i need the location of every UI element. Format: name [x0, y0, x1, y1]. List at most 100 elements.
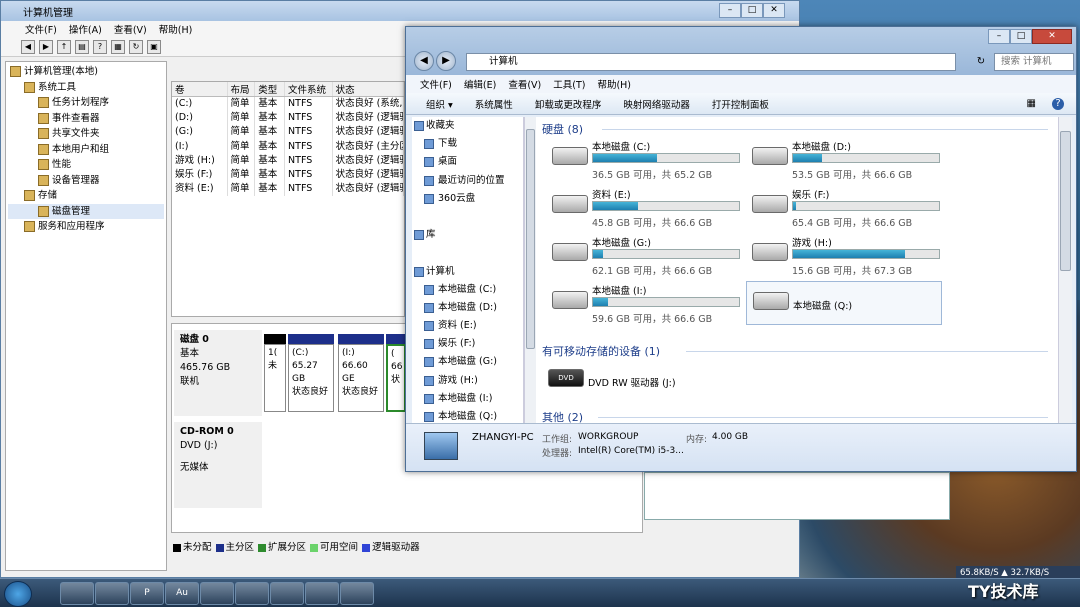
drive-tile[interactable]: 游戏 (H:) 15.6 GB 可用，共 67.3 GB [746, 233, 942, 277]
partition-block[interactable]: 1(未 [264, 344, 286, 412]
mgmt-menu-item[interactable]: 文件(F) [25, 22, 57, 36]
explorer-menu-item[interactable]: 文件(F) [420, 77, 452, 91]
view-options-icon[interactable]: ▦ [1027, 98, 1036, 109]
explorer-menu-item[interactable]: 查看(V) [508, 77, 541, 91]
table-row[interactable]: (D:) 简单 基本 NTFS 状态良好 (逻辑驱 [172, 111, 404, 126]
properties-icon[interactable]: ▦ [111, 39, 125, 54]
tree-item[interactable]: 计算机管理(本地) [8, 64, 164, 80]
cdrom-label[interactable]: CD-ROM 0 DVD (J:) 无媒体 [174, 422, 262, 508]
table-row[interactable]: 娱乐 (F:) 简单 基本 NTFS 状态良好 (逻辑驱 [172, 167, 404, 183]
nav-item[interactable]: 库 [412, 226, 523, 244]
drive-tile[interactable]: 本地磁盘 (Q:) [746, 281, 942, 325]
minimize-icon[interactable]: – [988, 29, 1010, 44]
address-bar[interactable]: 计算机 [466, 53, 956, 71]
column-header[interactable]: 类型 [255, 82, 286, 96]
column-header[interactable]: 卷 [172, 82, 228, 96]
taskbar-app-button[interactable] [60, 582, 94, 605]
command-button[interactable]: 映射网络驱动器 [623, 97, 690, 111]
partition-block[interactable]: (66 状 [386, 344, 406, 412]
drive-tile[interactable]: 本地磁盘 (C:) 36.5 GB 可用，共 65.2 GB [546, 137, 742, 181]
back-button[interactable]: ◀ [414, 51, 434, 71]
table-row[interactable]: 游戏 (H:) 简单 基本 NTFS 状态良好 (逻辑驱 [172, 153, 404, 168]
tree-item[interactable]: 共享文件夹 [8, 126, 164, 142]
taskbar-app-button[interactable]: Au [165, 582, 199, 605]
maximize-icon[interactable]: □ [741, 3, 763, 18]
mgmt-menu-item[interactable]: 操作(A) [69, 22, 102, 36]
close-icon[interactable]: ✕ [1032, 29, 1072, 44]
drive-tile[interactable]: 本地磁盘 (D:) 53.5 GB 可用，共 66.6 GB [746, 137, 942, 181]
command-button[interactable]: 打开控制面板 [712, 97, 769, 111]
nav-item[interactable]: 本地磁盘 (C:) [412, 281, 523, 299]
table-row[interactable]: (I:) 简单 基本 NTFS 状态良好 (主分区 [172, 139, 404, 154]
taskbar-app-button[interactable]: P [130, 582, 164, 605]
tree-item[interactable]: 本地用户和组 [8, 142, 164, 158]
nav-item[interactable] [412, 208, 523, 226]
tree-item[interactable]: 事件查看器 [8, 111, 164, 127]
nav-item[interactable]: 桌面 [412, 153, 523, 171]
command-button[interactable]: 组织 ▾ [426, 97, 453, 111]
start-button[interactable] [4, 581, 32, 607]
drive-tile[interactable]: 资料 (E:) 45.8 GB 可用，共 66.6 GB [546, 185, 742, 229]
nav-scrollbar[interactable] [524, 117, 536, 423]
column-header[interactable]: 布局 [228, 82, 256, 96]
tree-item[interactable]: 设备管理器 [8, 173, 164, 189]
partition-block[interactable]: (C:) 65.27 GB 状态良好 [288, 344, 334, 412]
mgmt-menu-item[interactable]: 查看(V) [114, 22, 147, 36]
nav-item[interactable]: 收藏夹 [412, 117, 523, 135]
tree-item[interactable]: 存储 [8, 188, 164, 204]
mgmt-menu-item[interactable]: 帮助(H) [159, 22, 193, 36]
explorer-menu-item[interactable]: 工具(T) [553, 77, 585, 91]
content-scroll-thumb[interactable] [1060, 131, 1071, 271]
nav-item[interactable]: 最近访问的位置 [412, 172, 523, 190]
disk-0-label[interactable]: 磁盘 0 基本 465.76 GB 联机 [174, 330, 262, 416]
group-other[interactable]: 其他 (2) [542, 409, 583, 423]
refresh-icon[interactable]: ↻ [129, 39, 143, 54]
table-row[interactable]: 资料 (E:) 简单 基本 NTFS 状态良好 (逻辑驱 [172, 182, 404, 197]
dvd-drive[interactable]: DVD DVD RW 驱动器 (J:) [542, 359, 738, 403]
drive-tile[interactable]: 本地磁盘 (I:) 59.6 GB 可用，共 66.6 GB [546, 281, 742, 325]
content-scrollbar[interactable] [1058, 117, 1072, 423]
nav-item[interactable]: 计算机 [412, 263, 523, 281]
nav-item[interactable]: 本地磁盘 (G:) [412, 353, 523, 371]
maximize-icon[interactable]: □ [1010, 29, 1032, 44]
up-folder-icon[interactable]: ↑ [57, 39, 71, 54]
taskbar-app-button[interactable] [95, 582, 129, 605]
export-icon[interactable]: ▣ [147, 39, 161, 54]
tree-item[interactable]: 服务和应用程序 [8, 219, 164, 235]
nav-item[interactable]: 本地磁盘 (I:) [412, 390, 523, 408]
group-hard-disks[interactable]: 硬盘 (8) [542, 121, 583, 137]
close-icon[interactable]: ✕ [763, 3, 785, 18]
forward-button[interactable]: ▶ [436, 51, 456, 71]
taskbar-app-button[interactable] [305, 582, 339, 605]
table-row[interactable]: (G:) 简单 基本 NTFS 状态良好 (逻辑驱 [172, 125, 404, 140]
tree-item[interactable]: 系统工具 [8, 80, 164, 96]
nav-item[interactable]: 娱乐 (F:) [412, 335, 523, 353]
forward-arrow-icon[interactable]: ▶ [39, 39, 53, 54]
explorer-title-bar[interactable]: – □ ✕ ◀ ▶ 计算机 ↻ 搜索 计算机 [406, 27, 1076, 75]
explorer-menu-item[interactable]: 帮助(H) [597, 77, 631, 91]
taskbar-app-button[interactable] [200, 582, 234, 605]
taskbar-app-button[interactable] [340, 582, 374, 605]
drive-tile[interactable]: 娱乐 (F:) 65.4 GB 可用，共 66.6 GB [746, 185, 942, 229]
help-icon[interactable]: ? [93, 39, 107, 54]
taskbar-app-button[interactable] [270, 582, 304, 605]
nav-item[interactable]: 游戏 (H:) [412, 372, 523, 390]
search-input[interactable]: 搜索 计算机 [994, 53, 1074, 71]
partition-block[interactable]: (I:) 66.60 GE 状态良好 [338, 344, 384, 412]
show-hide-tree-icon[interactable]: ▤ [75, 39, 89, 54]
minimize-icon[interactable]: – [719, 3, 741, 18]
column-header[interactable]: 文件系统 [285, 82, 333, 96]
back-arrow-icon[interactable]: ◀ [21, 39, 35, 54]
nav-item[interactable]: 本地磁盘 (Q:) [412, 408, 523, 423]
drive-tile[interactable]: 本地磁盘 (G:) 62.1 GB 可用，共 66.6 GB [546, 233, 742, 277]
tree-item[interactable]: 任务计划程序 [8, 95, 164, 111]
nav-item[interactable]: 本地磁盘 (D:) [412, 299, 523, 317]
tree-item[interactable]: 性能 [8, 157, 164, 173]
explorer-menu-item[interactable]: 编辑(E) [464, 77, 496, 91]
nav-item[interactable]: 360云盘 [412, 190, 523, 208]
nav-item[interactable]: 资料 (E:) [412, 317, 523, 335]
help-icon[interactable]: ? [1052, 97, 1064, 110]
command-button[interactable]: 系统属性 [475, 97, 513, 111]
taskbar-app-button[interactable] [235, 582, 269, 605]
nav-item[interactable]: 下载 [412, 135, 523, 153]
